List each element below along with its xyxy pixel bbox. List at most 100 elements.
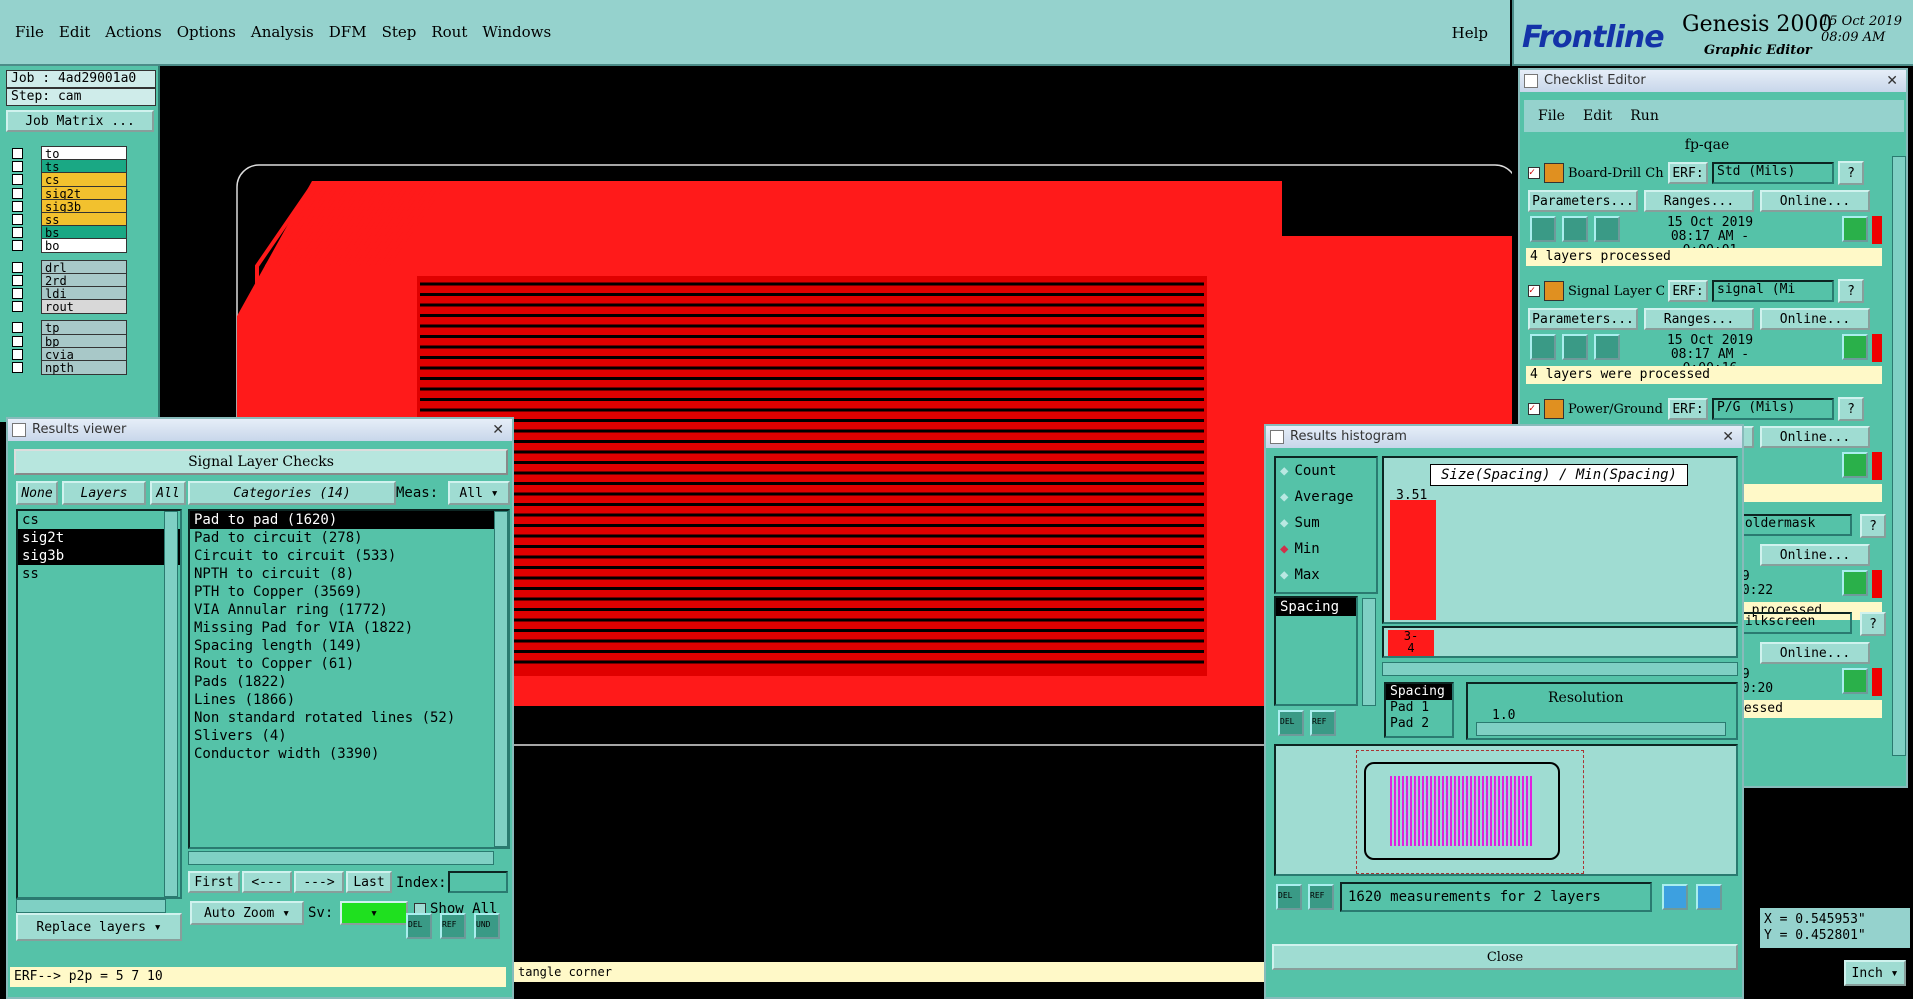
menu-actions[interactable]: Actions <box>105 23 161 41</box>
field-list[interactable]: Spacing Pad 1 Pad 2 <box>1384 682 1454 738</box>
job-matrix-button[interactable]: Job Matrix ... <box>6 110 154 132</box>
layer-list-hscrollbar[interactable] <box>16 899 166 913</box>
help-button[interactable]: ? <box>1860 612 1886 636</box>
zoom-to-icon[interactable] <box>1662 884 1688 910</box>
statistic-option[interactable]: ◆ Count <box>1276 458 1376 484</box>
prev-button[interactable]: <--- <box>242 871 292 893</box>
menu-windows[interactable]: Windows <box>482 23 551 41</box>
layer-checkbox[interactable] <box>12 362 23 373</box>
check-enable-checkbox[interactable]: ✓ <box>1528 167 1540 179</box>
erf-value[interactable]: Soldermask <box>1732 514 1852 536</box>
menu-analysis[interactable]: Analysis <box>251 23 314 41</box>
statistic-option[interactable]: ◆ Average <box>1276 484 1376 510</box>
radio-icon[interactable]: ◆ <box>1280 463 1288 479</box>
layer-checkbox[interactable] <box>12 348 23 360</box>
online-button[interactable]: Online... <box>1760 190 1870 212</box>
online-button[interactable]: Online... <box>1760 544 1870 566</box>
category-item[interactable]: Non standard rotated lines (52) <box>190 709 508 727</box>
category-hscrollbar[interactable] <box>188 851 494 865</box>
ref-icon[interactable]: REF <box>1308 884 1334 910</box>
layer-checkbox[interactable] <box>12 148 23 159</box>
sv-select[interactable]: ▾ <box>340 901 408 925</box>
menu-dfm[interactable]: DFM <box>329 23 367 41</box>
zoom-icon[interactable] <box>1842 668 1868 694</box>
histogram-hscrollbar[interactable] <box>1382 662 1738 676</box>
categories-button[interactable]: Categories (14) <box>188 481 396 505</box>
histogram-bar[interactable] <box>1390 500 1436 620</box>
category-item[interactable]: Circuit to circuit (533) <box>190 547 508 565</box>
checklist-menu-edit[interactable]: Edit <box>1583 108 1612 124</box>
run-all-icon[interactable] <box>1562 334 1588 360</box>
zoom-icon[interactable] <box>1842 216 1868 242</box>
category-item[interactable]: NPTH to circuit (8) <box>190 565 508 583</box>
close-icon[interactable]: ✕ <box>492 419 504 441</box>
category-item[interactable]: Missing Pad for VIA (1822) <box>190 619 508 637</box>
checklist-menu-run[interactable]: Run <box>1630 108 1659 124</box>
radio-icon[interactable]: ◆ <box>1280 489 1288 505</box>
check-name[interactable]: Signal Layer Ch <box>1568 284 1664 299</box>
check-name[interactable]: Board-Drill Che <box>1568 166 1664 181</box>
help-button[interactable]: ? <box>1838 161 1864 185</box>
results-icon[interactable] <box>1594 334 1620 360</box>
first-button[interactable]: First <box>188 871 240 893</box>
erf-value[interactable]: Silkscreen <box>1732 612 1852 634</box>
category-item[interactable]: Pads (1822) <box>190 673 508 691</box>
layer-checkbox[interactable] <box>12 240 23 252</box>
next-button[interactable]: ---> <box>294 871 344 893</box>
category-item[interactable]: Conductor width (3390) <box>190 745 508 763</box>
close-icon[interactable]: ✕ <box>1886 70 1898 92</box>
list-item[interactable]: cs <box>18 511 180 529</box>
unit-select[interactable]: Inch ▾ <box>1844 960 1906 986</box>
undo-icon[interactable]: UND <box>474 913 500 939</box>
online-button[interactable]: Online... <box>1760 642 1870 664</box>
close-icon[interactable]: ✕ <box>1722 426 1734 448</box>
measure-list[interactable]: Spacing <box>1274 596 1358 706</box>
list-item[interactable]: Spacing <box>1386 684 1452 700</box>
run-icon[interactable] <box>1530 216 1556 242</box>
layer-checkbox[interactable] <box>12 301 23 313</box>
online-button[interactable]: Online... <box>1760 308 1870 330</box>
list-item[interactable]: sig3b <box>18 547 180 565</box>
run-icon[interactable] <box>1530 334 1556 360</box>
radio-icon[interactable]: ◆ <box>1280 515 1288 531</box>
category-item[interactable]: Slivers (4) <box>190 727 508 745</box>
category-item[interactable]: VIA Annular ring (1772) <box>190 601 508 619</box>
menu-options[interactable]: Options <box>177 23 236 41</box>
checklist-menu-file[interactable]: File <box>1538 108 1565 124</box>
menu-rout[interactable]: Rout <box>431 23 467 41</box>
erf-value[interactable]: P/G (Mils) <box>1712 398 1834 420</box>
list-item[interactable]: Pad 1 <box>1386 700 1452 716</box>
close-button[interactable]: Close <box>1272 944 1738 970</box>
parameters-button[interactable]: Parameters... <box>1528 308 1638 330</box>
help-button[interactable]: ? <box>1838 397 1864 421</box>
category-list[interactable]: Pad to pad (1620) Pad to circuit (278) Cir… <box>188 509 510 849</box>
meas-select[interactable]: All ▾ <box>448 481 510 505</box>
layer-checkbox[interactable] <box>12 214 23 225</box>
help-button[interactable]: ? <box>1838 279 1864 303</box>
zoom-icon[interactable] <box>1842 452 1868 478</box>
layer-checkbox[interactable] <box>12 288 23 299</box>
layer-checkbox[interactable] <box>12 227 23 239</box>
menu-step[interactable]: Step <box>382 23 417 41</box>
select-icon[interactable] <box>1696 884 1722 910</box>
layer-result-list[interactable]: cs sig2t sig3b ss <box>16 509 182 899</box>
check-name[interactable]: Power/Ground C <box>1568 402 1664 417</box>
results-icon[interactable] <box>1594 216 1620 242</box>
layer-checkbox[interactable] <box>12 200 23 212</box>
layer-checkbox[interactable] <box>12 335 23 347</box>
ranges-button[interactable]: Ranges... <box>1644 308 1754 330</box>
zoom-icon[interactable] <box>1842 570 1868 596</box>
list-item[interactable]: ss <box>18 565 180 583</box>
menu-edit[interactable]: Edit <box>59 23 90 41</box>
statistic-option[interactable]: ◆ Min <box>1276 536 1376 562</box>
measure-scrollbar[interactable] <box>1362 598 1376 706</box>
last-button[interactable]: Last <box>346 871 392 893</box>
checklist-scrollbar[interactable] <box>1892 156 1906 756</box>
layer-row[interactable]: rout <box>12 299 127 315</box>
erf-value[interactable]: signal (Mi <box>1712 280 1834 302</box>
category-item[interactable]: Pad to circuit (278) <box>190 529 508 547</box>
category-item[interactable]: PTH to Copper (3569) <box>190 583 508 601</box>
category-scrollbar[interactable] <box>494 511 508 847</box>
category-item[interactable]: Spacing length (149) <box>190 637 508 655</box>
layer-checkbox[interactable] <box>12 261 23 273</box>
